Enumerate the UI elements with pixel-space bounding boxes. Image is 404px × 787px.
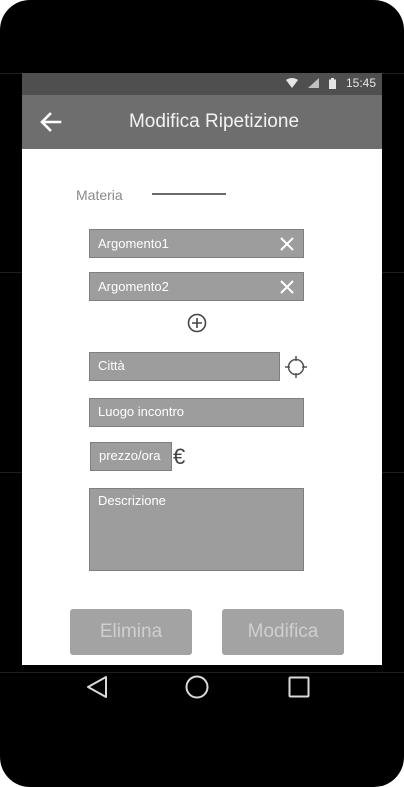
city-input[interactable]: Città — [89, 352, 280, 381]
bezel-divider — [382, 272, 404, 273]
euro-icon: € — [173, 444, 186, 469]
topic-field[interactable]: Argomento2 — [89, 272, 304, 301]
plus-circle-icon[interactable] — [187, 313, 207, 333]
edit-button[interactable]: Modifica — [222, 609, 344, 655]
materia-label: Materia — [76, 187, 123, 203]
close-icon[interactable] — [279, 279, 295, 295]
back-triangle-icon[interactable] — [86, 675, 108, 699]
crosshair-icon[interactable] — [285, 356, 307, 378]
bezel-divider — [0, 73, 22, 74]
page-title: Modifica Ripetizione — [128, 111, 300, 132]
status-time: 15:45 — [345, 76, 376, 90]
recents-square-icon[interactable] — [288, 675, 310, 699]
city-placeholder: Città — [98, 358, 125, 373]
status-bar: 15:45 — [22, 73, 382, 95]
topic-label: Argomento1 — [98, 235, 169, 251]
bezel-divider — [382, 472, 404, 473]
meeting-place-placeholder: Luogo incontro — [98, 404, 185, 419]
battery-icon — [328, 77, 336, 89]
wifi-icon — [285, 78, 298, 88]
bezel-divider — [0, 472, 22, 473]
signal-icon — [307, 78, 319, 88]
delete-button[interactable]: Elimina — [70, 609, 192, 655]
bezel-divider — [382, 73, 404, 74]
topic-field[interactable]: Argomento1 — [89, 229, 304, 258]
topic-label: Argomento2 — [98, 278, 169, 294]
close-icon[interactable] — [279, 236, 295, 252]
app-screen: 15:45 Modifica Ripetizione Materia Argom… — [22, 73, 382, 665]
phone-frame: 15:45 Modifica Ripetizione Materia Argom… — [0, 0, 404, 787]
app-bar: Modifica Ripetizione — [22, 95, 382, 149]
price-input[interactable]: prezzo/ora — [90, 442, 172, 471]
home-circle-icon[interactable] — [185, 675, 209, 699]
price-placeholder: prezzo/ora — [99, 448, 161, 463]
description-textarea[interactable]: Descrizione — [89, 488, 304, 571]
description-placeholder: Descrizione — [98, 493, 166, 508]
system-nav-bar — [22, 665, 382, 711]
meeting-place-input[interactable]: Luogo incontro — [89, 398, 304, 427]
status-icons: 15:45 — [285, 76, 376, 90]
bezel-divider — [0, 272, 22, 273]
materia-value-line[interactable] — [152, 193, 226, 195]
